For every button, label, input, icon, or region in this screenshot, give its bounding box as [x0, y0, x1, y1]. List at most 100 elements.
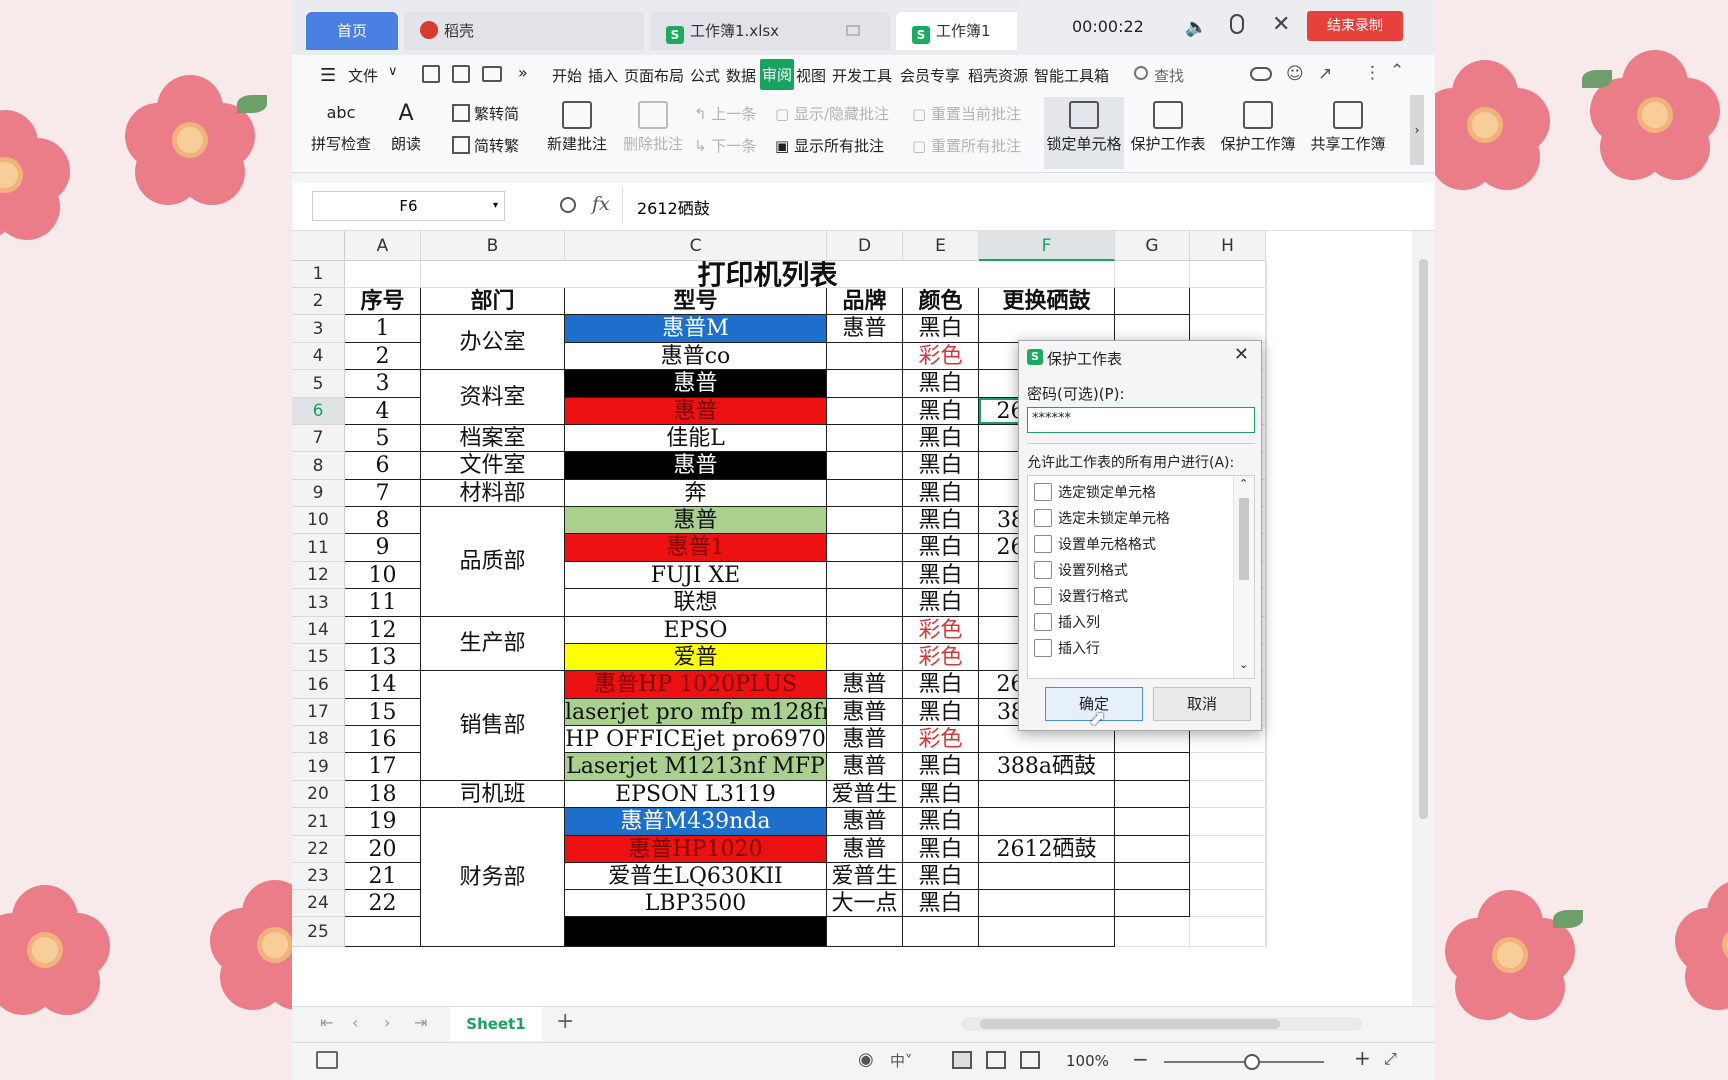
next-sheet-icon[interactable]: ›	[384, 1013, 390, 1032]
row-header[interactable]: 3	[292, 315, 345, 343]
collapse-ribbon-icon[interactable]: ⌃	[1390, 61, 1404, 81]
row-header[interactable]: 21	[292, 808, 345, 836]
model-cell[interactable]: 惠普	[565, 398, 827, 425]
model-cell[interactable]: 惠普1	[565, 534, 827, 562]
lock-cell-button[interactable]: 锁定单元格	[1044, 97, 1124, 169]
color-cell[interactable]: 彩色	[903, 343, 979, 370]
next-comment-button[interactable]: ↳ 下一条	[694, 135, 756, 156]
checkbox[interactable]	[1034, 639, 1052, 657]
search-icon[interactable]	[1134, 66, 1148, 80]
seq-cell[interactable]: 15	[345, 699, 421, 726]
model-cell[interactable]: LBP3500	[565, 890, 827, 917]
zoom-slider[interactable]	[1164, 1054, 1324, 1070]
brand-cell[interactable]: 惠普	[827, 671, 903, 699]
toner-cell[interactable]	[979, 315, 1115, 343]
toner-cell[interactable]	[979, 808, 1115, 836]
seq-cell[interactable]: 19	[345, 808, 421, 836]
column-header[interactable]: C	[565, 231, 827, 261]
prev-sheet-icon[interactable]: ‹	[352, 1013, 358, 1032]
macro-record-icon[interactable]	[316, 1051, 338, 1069]
cell-empty[interactable]	[1266, 617, 1267, 644]
color-cell[interactable]: 黑白	[903, 507, 979, 534]
brand-cell[interactable]	[827, 562, 903, 589]
menu-review[interactable]: 审阅	[760, 59, 795, 90]
cell-empty[interactable]	[1190, 890, 1266, 917]
color-cell[interactable]: 黑白	[903, 753, 979, 781]
header-cell[interactable]: 部门	[421, 288, 565, 315]
user-share-icon[interactable]: ☺	[1286, 64, 1304, 84]
row-header[interactable]: 24	[292, 890, 345, 917]
model-cell[interactable]: 惠普co	[565, 343, 827, 370]
menu-formula[interactable]: 公式	[690, 65, 720, 86]
color-cell[interactable]: 黑白	[903, 699, 979, 726]
brand-cell[interactable]	[827, 425, 903, 452]
horizontal-scrollbar[interactable]	[962, 1017, 1362, 1031]
color-cell[interactable]: 黑白	[903, 534, 979, 562]
row-header[interactable]: 4	[292, 343, 345, 370]
header-cell[interactable]: 品牌	[827, 288, 903, 315]
menu-toolbox[interactable]: 智能工具箱	[1034, 65, 1109, 86]
cell-empty[interactable]	[1190, 781, 1266, 808]
row-header[interactable]: 11	[292, 534, 345, 562]
protect-workbook-button[interactable]: 保护工作簿	[1218, 101, 1298, 154]
new-comment-button[interactable]: 新建批注	[542, 101, 612, 154]
cell-empty[interactable]	[1190, 808, 1266, 836]
cell-empty[interactable]	[1266, 534, 1267, 562]
cell-empty[interactable]	[1266, 808, 1267, 836]
dept-cell[interactable]: 材料部	[421, 480, 565, 507]
model-cell[interactable]: 惠普HP 1020PLUS	[565, 671, 827, 699]
model-cell[interactable]	[565, 917, 827, 947]
color-cell[interactable]: 彩色	[903, 644, 979, 671]
cell-empty[interactable]	[1266, 507, 1267, 534]
mic-icon[interactable]	[1230, 14, 1244, 34]
seq-cell[interactable]: 10	[345, 562, 421, 589]
seq-cell[interactable]: 14	[345, 671, 421, 699]
cell-empty[interactable]	[1266, 343, 1267, 370]
seq-cell[interactable]	[345, 917, 421, 947]
seq-cell[interactable]: 4	[345, 398, 421, 425]
fullscreen-icon[interactable]: ⤢	[1384, 1049, 1397, 1069]
vertical-scroll-thumb[interactable]	[1419, 259, 1428, 819]
model-cell[interactable]: HP OFFICEjet pro6970	[565, 726, 827, 753]
color-cell[interactable]: 黑白	[903, 890, 979, 917]
seq-cell[interactable]: 18	[345, 781, 421, 808]
kebab-menu-icon[interactable]: ⋮	[1364, 63, 1381, 83]
cell-empty[interactable]	[1266, 671, 1267, 699]
reset-all-comments-button[interactable]: ▢ 重置所有批注	[912, 135, 1021, 156]
reset-current-comment-button[interactable]: ▢ 重置当前批注	[912, 103, 1021, 124]
seq-cell[interactable]: 2	[345, 343, 421, 370]
model-cell[interactable]: 爱普生LQ630KII	[565, 863, 827, 890]
row-header[interactable]: 13	[292, 589, 345, 617]
end-record-button[interactable]: 结束录制	[1307, 11, 1403, 41]
model-cell[interactable]: 联想	[565, 589, 827, 617]
fx-icon[interactable]: fx	[592, 193, 610, 215]
color-cell[interactable]: 黑白	[903, 370, 979, 398]
menu-data[interactable]: 数据	[726, 65, 756, 86]
cell-empty[interactable]	[1115, 836, 1190, 863]
vertical-scrollbar[interactable]	[1412, 231, 1435, 1006]
zoom-out-icon[interactable]: −	[1132, 1047, 1149, 1071]
column-header[interactable]: A	[345, 231, 421, 261]
model-cell[interactable]: 佳能L	[565, 425, 827, 452]
delete-comment-button[interactable]: 删除批注	[618, 101, 688, 154]
menu-insert[interactable]: 插入	[588, 65, 618, 86]
row-header[interactable]: 8	[292, 452, 345, 480]
cell-empty[interactable]	[1266, 562, 1267, 589]
cell-empty[interactable]	[1115, 261, 1190, 288]
cell-empty[interactable]	[1115, 781, 1190, 808]
share-icon[interactable]: ↗	[1318, 64, 1332, 84]
input-method-icon[interactable]: 中˅	[890, 1050, 913, 1071]
row-header[interactable]: 10	[292, 507, 345, 534]
brand-cell[interactable]	[827, 398, 903, 425]
color-cell[interactable]: 黑白	[903, 562, 979, 589]
menu-layout[interactable]: 页面布局	[624, 65, 684, 86]
zoom-level[interactable]: 100%	[1066, 1052, 1109, 1070]
tab-file1[interactable]: S 工作簿1.xlsx	[650, 12, 890, 50]
normal-view-icon[interactable]	[952, 1051, 972, 1069]
first-sheet-icon[interactable]: ⇤	[320, 1013, 333, 1032]
more-icon[interactable]: »	[518, 63, 528, 82]
model-cell[interactable]: 爱普	[565, 644, 827, 671]
row-header[interactable]: 6	[292, 398, 345, 425]
toner-cell[interactable]: 388a硒鼓	[979, 753, 1115, 781]
cell-empty[interactable]	[1266, 644, 1267, 671]
